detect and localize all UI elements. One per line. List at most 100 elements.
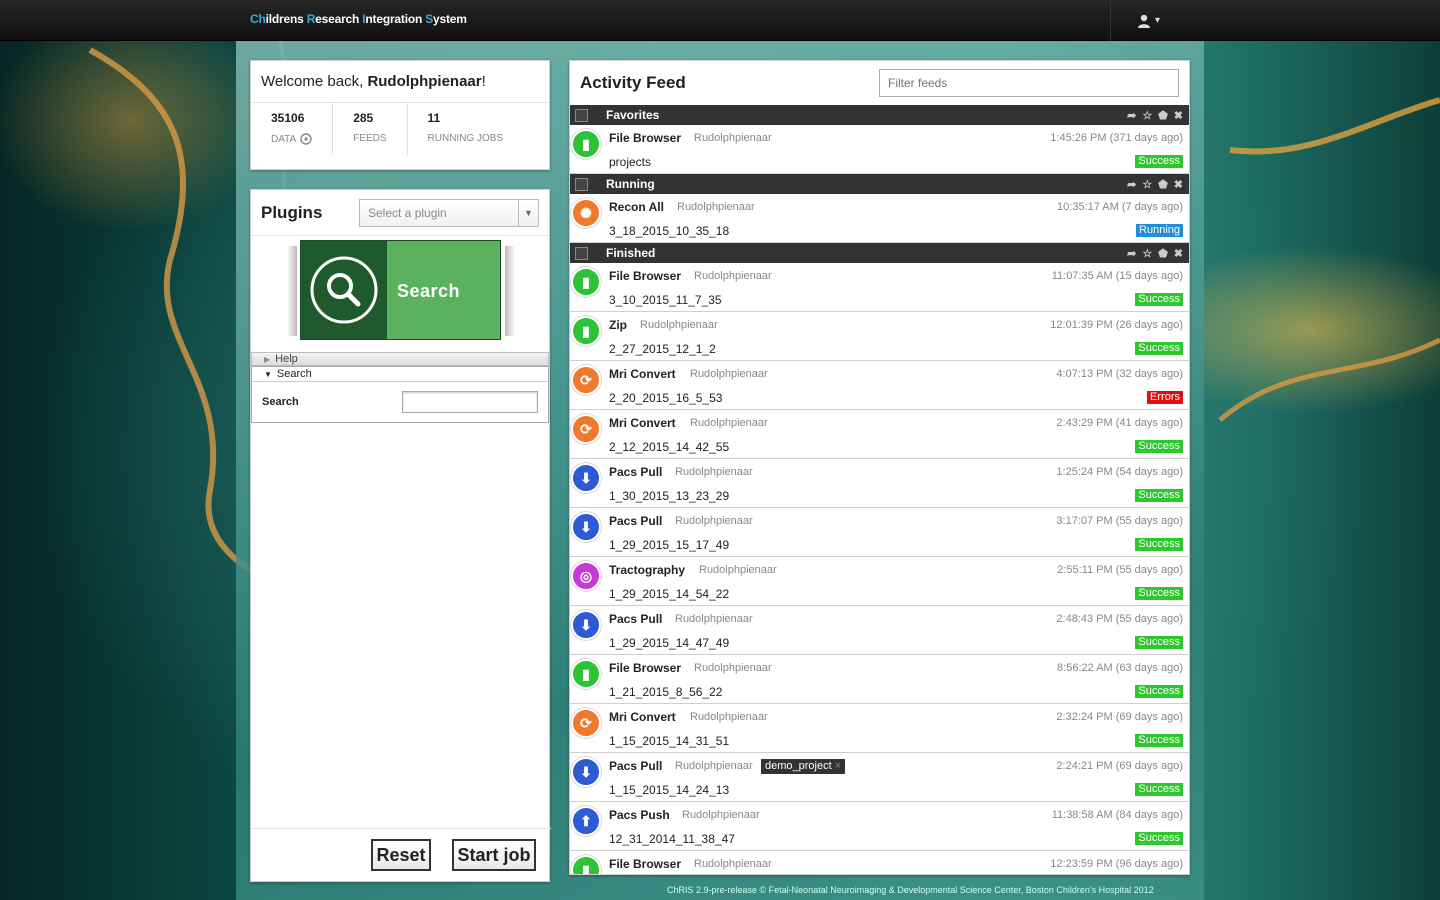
- feed-row[interactable]: ⬇ Pacs Pull Rudolphpienaar 2:48:43 PM (55 d…: [570, 606, 1189, 655]
- group-checkbox[interactable]: [575, 108, 588, 122]
- star-icon[interactable]: ☆: [1142, 247, 1152, 260]
- chevron-down-icon: ▾: [1154, 15, 1161, 26]
- share-icon[interactable]: ➦: [1127, 247, 1136, 260]
- feed-row[interactable]: ▮ File Browser Rudolphpienaar 11:07:35 AM (…: [570, 263, 1189, 312]
- start-job-button[interactable]: Start job: [452, 839, 536, 871]
- accordion-help[interactable]: ▶ Help: [251, 352, 549, 366]
- feed-row[interactable]: ⟳ Mri Convert Rudolphpienaar 4:07:13 PM (32…: [570, 361, 1189, 410]
- convert-icon: ⟳: [571, 708, 601, 738]
- feed-row[interactable]: ▮ Zip Rudolphpienaar 12:01:39 PM (26 days a…: [570, 312, 1189, 361]
- feed-plugin-name: File Browser: [609, 269, 682, 283]
- carousel-next-arrow[interactable]: [505, 246, 515, 336]
- feed-id: 2_20_2015_16_5_53: [609, 391, 723, 405]
- tag-icon[interactable]: ⬟: [1158, 109, 1168, 122]
- file-icon: ▮: [571, 659, 601, 689]
- activity-feed-panel: Activity Feed Favorites ➦ ☆ ⬟ ✖ ▮ File Browser…: [569, 60, 1190, 875]
- group-checkbox[interactable]: [575, 177, 588, 191]
- user-menu[interactable]: ▾: [1110, 0, 1186, 41]
- group-label: Favorites: [606, 108, 660, 122]
- feed-row[interactable]: ⬆ Pacs Push Rudolphpienaar 11:38:58 AM (84 …: [570, 802, 1189, 851]
- feed-user: Rudolphpienaar: [675, 613, 753, 625]
- close-icon[interactable]: ×: [835, 760, 841, 772]
- feed-time: 12:23:59 PM (96 days ago): [1050, 858, 1183, 870]
- status-badge: Success: [1135, 832, 1183, 845]
- feed-time: 2:43:29 PM (41 days ago): [1056, 417, 1183, 429]
- status-badge: Success: [1135, 489, 1183, 502]
- feed-row[interactable]: ⬇ Pacs Pull Rudolphpienaar 2:24:21 PM (69 d…: [570, 753, 1189, 802]
- star-icon[interactable]: ☆: [1142, 178, 1152, 191]
- feed-row[interactable]: ⬇ Pacs Pull Rudolphpienaar 1:25:24 PM (54 d…: [570, 459, 1189, 508]
- feed-user: Rudolphpienaar: [694, 858, 772, 870]
- info-icon[interactable]: [300, 133, 312, 145]
- carousel-prev-arrow[interactable]: [287, 246, 297, 336]
- feed-row[interactable]: ▮ File Browser Rudolphpienaar 12:23:59 PM (…: [570, 851, 1189, 874]
- feed-time: 2:55:11 PM (55 days ago): [1057, 564, 1183, 576]
- feed-row[interactable]: ✺ Recon All Rudolphpienaar 10:35:17 AM (7 d…: [570, 194, 1189, 243]
- brand-title[interactable]: Childrens Research Integration System: [250, 12, 467, 26]
- stat-value: 285: [353, 111, 374, 125]
- status-badge: Running: [1136, 224, 1183, 237]
- stat-label: FEEDS: [353, 133, 387, 144]
- brand-word: esearch: [315, 12, 363, 26]
- feed-plugin-name: Pacs Pull: [609, 514, 663, 528]
- feed-time: 2:32:24 PM (69 days ago): [1056, 711, 1183, 723]
- accordion-search-header[interactable]: ▼ Search: [252, 367, 548, 382]
- footer-text: ChRIS 2.9-pre-release © Fetal-Neonatal N…: [667, 885, 1154, 895]
- feed-user: Rudolphpienaar: [694, 270, 772, 282]
- status-badge: Success: [1135, 293, 1183, 306]
- zip-file-icon: ▮: [571, 316, 601, 346]
- feed-time: 1:25:24 PM (54 days ago): [1056, 466, 1183, 478]
- tag-icon[interactable]: ⬟: [1158, 178, 1168, 191]
- status-badge: Success: [1135, 734, 1183, 747]
- feed-user: Rudolphpienaar: [675, 466, 753, 478]
- reset-button[interactable]: Reset: [371, 839, 431, 871]
- feed-tag-label: demo_project: [765, 760, 832, 772]
- top-navbar: Childrens Research Integration System ▾: [0, 0, 1440, 41]
- tractography-icon: ◎: [571, 561, 601, 591]
- stat-running-jobs[interactable]: 11 RUNNING JOBS: [408, 103, 524, 155]
- brand-word: ildrens: [265, 12, 307, 26]
- chevron-down-icon: ▼: [264, 369, 272, 379]
- filter-feeds-input[interactable]: [879, 69, 1179, 97]
- feed-time: 1:45:26 PM (371 days ago): [1050, 132, 1183, 144]
- star-icon[interactable]: ☆: [1142, 109, 1152, 122]
- search-input[interactable]: [402, 391, 538, 413]
- close-icon[interactable]: ✖: [1174, 247, 1183, 260]
- feed-row[interactable]: ⟳ Mri Convert Rudolphpienaar 2:32:24 PM (69…: [570, 704, 1189, 753]
- feed-user: Rudolphpienaar: [690, 368, 768, 380]
- feed-time: 4:07:13 PM (32 days ago): [1056, 368, 1183, 380]
- feed-user: Rudolphpienaar: [699, 564, 777, 576]
- accordion-search: ▼ Search Search: [251, 366, 549, 423]
- feed-row[interactable]: ▮ File Browser Rudolphpienaar 8:56:22 AM (6…: [570, 655, 1189, 704]
- close-icon[interactable]: ✖: [1174, 178, 1183, 191]
- feed-tag[interactable]: demo_project ×: [761, 759, 846, 774]
- close-icon[interactable]: ✖: [1174, 109, 1183, 122]
- feed-time: 2:48:43 PM (55 days ago): [1056, 613, 1183, 625]
- stat-feeds[interactable]: 285 FEEDS: [333, 103, 408, 155]
- group-header-finished: Finished ➦ ☆ ⬟ ✖: [570, 243, 1189, 263]
- share-icon[interactable]: ➦: [1127, 109, 1136, 122]
- stat-data[interactable]: 35106 DATA: [251, 103, 334, 155]
- plugins-panel: Plugins Select a plugin ▼ Search ▶ Help ▼ S…: [250, 189, 551, 882]
- plugin-select-placeholder: Select a plugin: [368, 205, 447, 220]
- feed-time: 2:24:21 PM (69 days ago): [1056, 760, 1183, 772]
- feed-row[interactable]: ⬇ Pacs Pull Rudolphpienaar 3:17:07 PM (55 d…: [570, 508, 1189, 557]
- plugin-select[interactable]: Select a plugin ▼: [359, 198, 539, 227]
- stat-value: 11: [427, 111, 441, 125]
- pacs-pull-icon: ⬇: [571, 757, 601, 787]
- group-checkbox[interactable]: [575, 246, 588, 260]
- status-badge: Success: [1135, 783, 1183, 796]
- feed-plugin-name: Mri Convert: [609, 416, 676, 430]
- stat-label: DATA: [271, 133, 297, 145]
- feed-plugin-name: Zip: [609, 318, 627, 332]
- feed-user: Rudolphpienaar: [694, 662, 772, 674]
- feed-row[interactable]: ⟳ Mri Convert Rudolphpienaar 2:43:29 PM (41…: [570, 410, 1189, 459]
- stat-label: RUNNING JOBS: [427, 133, 504, 144]
- feed-row[interactable]: ▮ File Browser Rudolphpienaar 1:45:26 PM (3…: [570, 125, 1189, 174]
- welcome-greeting: Welcome back,: [261, 73, 368, 90]
- plugin-tile-search[interactable]: Search: [300, 240, 501, 340]
- tag-icon[interactable]: ⬟: [1158, 247, 1168, 260]
- share-icon[interactable]: ➦: [1127, 178, 1136, 191]
- feed-row[interactable]: ◎ Tractography Rudolphpienaar 2:55:11 PM (5…: [570, 557, 1189, 606]
- feed-plugin-name: File Browser: [609, 661, 682, 675]
